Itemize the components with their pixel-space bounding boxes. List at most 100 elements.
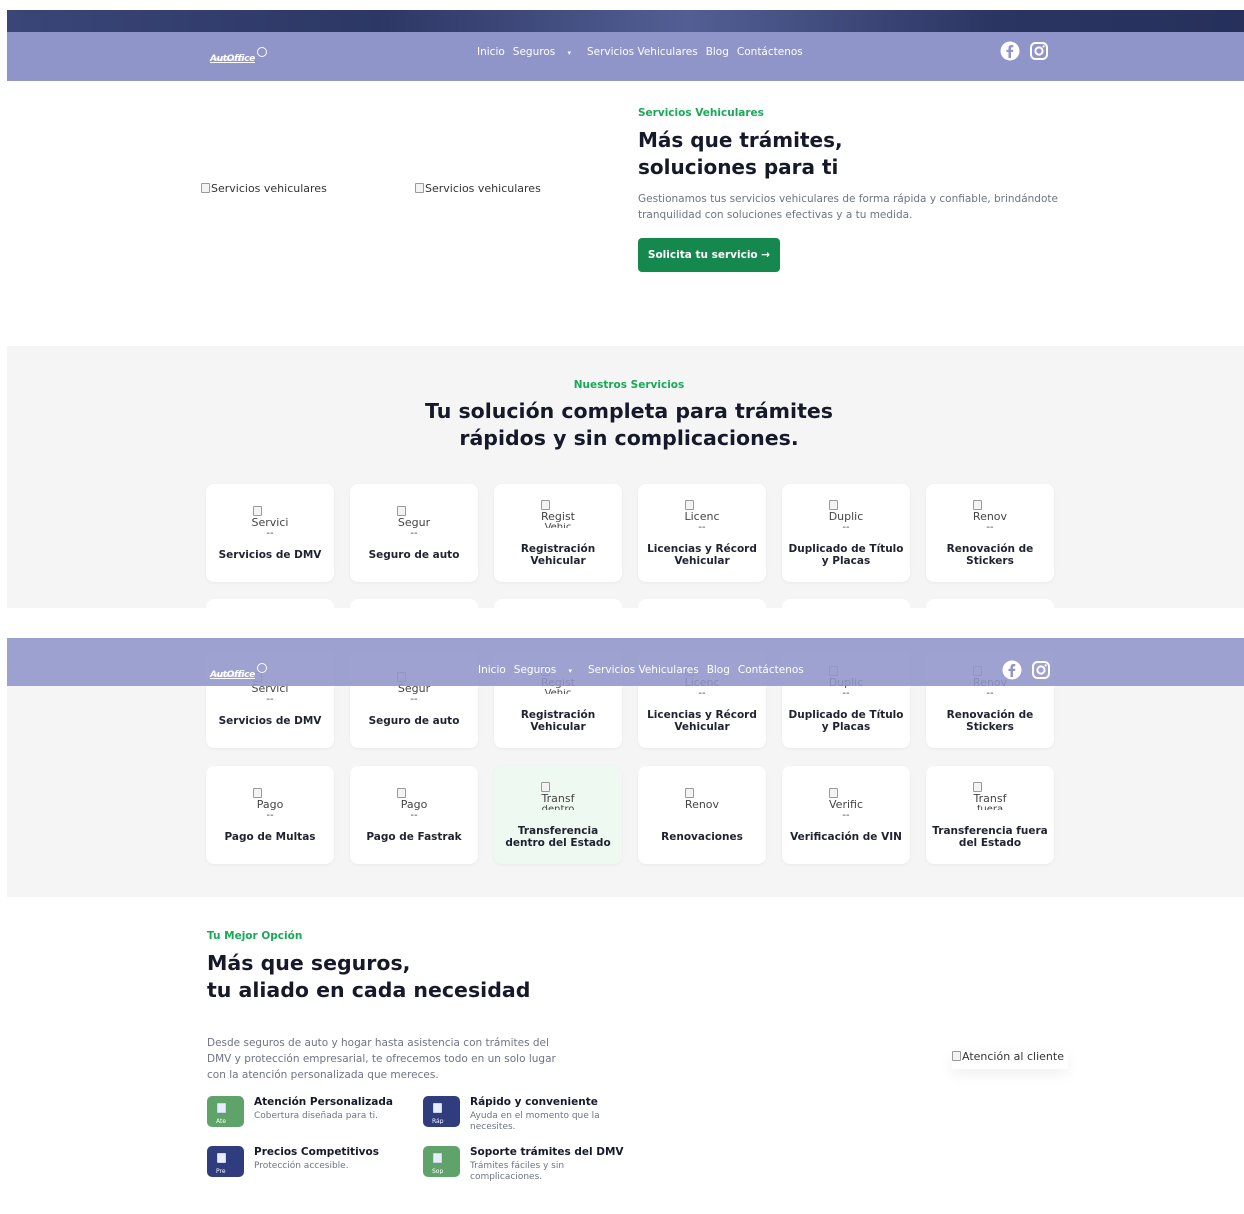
service-card-alt-overflow: -- (350, 529, 478, 534)
hero-image-1-alt: Servicios vehiculares (211, 182, 327, 195)
facebook-icon[interactable] (1002, 660, 1022, 680)
hero-title-line2: soluciones para ti (638, 155, 839, 179)
service-card-alt-overflow: -- (782, 689, 910, 694)
service-card[interactable]: Duplic-- Duplicado de Títuloy Placas (782, 484, 910, 582)
service-card-alt-overflow: -- (638, 523, 766, 528)
request-service-button[interactable]: Solicita tu servicio → (638, 238, 780, 272)
nav-servicios[interactable]: Servicios Vehiculares (587, 46, 698, 58)
broken-image-icon (829, 788, 838, 798)
hero-image-1: Servicios vehiculares (201, 182, 327, 195)
service-card-image: Pago-- (206, 788, 334, 816)
feature-icon-alt: Pre (216, 1168, 226, 1174)
service-card[interactable]: Licenc-- Licencias y RécordVehicular (638, 484, 766, 582)
hero-title: Más que trámites, soluciones para ti (638, 127, 843, 181)
site-logo[interactable]: AutOffice Multiservicios (210, 662, 270, 680)
instagram-icon[interactable] (1029, 41, 1049, 61)
broken-image-icon (217, 1103, 226, 1113)
main-menu: Inicio Seguros ▾ Servicios Vehiculares B… (477, 46, 811, 58)
service-card-title: Verificación de VIN (788, 831, 904, 843)
feature-description-line2: necesites. (470, 1122, 516, 1132)
service-card-title-line1: Duplicado de Título (788, 543, 904, 555)
service-card-alt-overflow (638, 811, 766, 816)
logo-subtitle: Multiservicios (216, 673, 244, 678)
service-card-title: Pago de Fastrak (356, 831, 472, 843)
broken-image-icon (541, 782, 550, 792)
feature-item: Ráp Rápido y conveniente Ayuda en el momen… (423, 1096, 600, 1133)
service-card-title-line2: Vehicular (674, 721, 730, 733)
service-card[interactable]: Segur-- Seguro de auto (350, 484, 478, 582)
service-card[interactable]: Renov-- Renovación deStickers (926, 484, 1054, 582)
service-card-alt-overflow: -- (782, 523, 910, 528)
nav-inicio[interactable]: Inicio (478, 664, 506, 676)
hero-banner-strip (7, 10, 1244, 32)
service-card-title-line1: Renovación de (946, 709, 1034, 721)
nav-seguros[interactable]: Seguros ▾ (514, 664, 580, 676)
broken-image-icon (397, 788, 406, 798)
service-card-title: Servicios de DMV (212, 715, 328, 727)
service-card[interactable]: Pago-- Pago de Multas (206, 766, 334, 864)
service-card[interactable]: Servici-- Servicios de DMV (206, 484, 334, 582)
nav-servicios[interactable]: Servicios Vehiculares (588, 664, 699, 676)
feature-description: Cobertura diseñada para ti. (254, 1111, 393, 1122)
feature-description-line1: Trámites fáciles y sin (470, 1161, 565, 1171)
nav-contacto[interactable]: Contáctenos (737, 46, 803, 58)
service-card-title-line2: Vehicular (530, 555, 586, 567)
service-card[interactable]: Transffuera Transferencia fueradel Estado (926, 766, 1054, 864)
instagram-icon[interactable] (1031, 660, 1051, 680)
feature-title: Rápido y conveniente (470, 1096, 598, 1108)
service-card-title-line1: Pago de Fastrak (366, 831, 462, 843)
hero-image-2-alt: Servicios vehiculares (425, 182, 541, 195)
service-card-title-line1: Transferencia fuera (932, 825, 1048, 837)
service-card-title: Transferencia dentro del Estado (500, 825, 616, 849)
service-card-title: Registración Vehicular (500, 709, 616, 733)
nav-contacto[interactable]: Contáctenos (738, 664, 804, 676)
service-card-title: Renovación de Stickers (932, 543, 1048, 567)
service-card[interactable]: Pago-- Pago de Fastrak (350, 766, 478, 864)
service-card-title-line1: Duplicado de Título (788, 709, 904, 721)
broken-image-icon (685, 500, 694, 510)
service-card-title-line2: Stickers (966, 721, 1014, 733)
nav-seguros-label: Seguros (512, 46, 556, 58)
service-card-alt: Renov (684, 798, 720, 811)
service-card-alt: Pago (400, 798, 428, 811)
service-card-alt: Transf (973, 792, 1007, 805)
card-peek (926, 599, 1054, 608)
facebook-icon[interactable] (1000, 41, 1020, 61)
feature-description-line1: Protección accesible. (254, 1161, 349, 1171)
service-card[interactable]: Renov Renovaciones (638, 766, 766, 864)
nav-blog[interactable]: Blog (706, 46, 729, 58)
service-card-image: Licenc-- (638, 500, 766, 528)
service-card-alt-overflow: -- (638, 689, 766, 694)
hero-eyebrow: Servicios Vehiculares (638, 107, 764, 119)
service-card-alt: Segur (397, 516, 431, 529)
service-card-title-line2: y Placas (821, 555, 871, 567)
service-card-alt-overflow: -- (926, 689, 1054, 694)
feature-item: Pre Precios Competitivos Protección accesi… (207, 1146, 379, 1177)
feature-icon-box: Ráp (423, 1096, 460, 1127)
service-card-title-line1: Servicios de DMV (218, 549, 322, 561)
service-card-title-line1: Registración (520, 543, 596, 555)
service-card-title: Pago de Multas (212, 831, 328, 843)
service-card-alt: Transf (541, 792, 575, 805)
option-lead: Desde seguros de auto y hogar hasta asis… (207, 1035, 587, 1083)
service-card-title-line1: Seguro de auto (368, 715, 460, 727)
feature-title: Soporte trámites del DMV (470, 1146, 624, 1158)
service-card[interactable]: Transfdentro Transferenciadentro del Esta… (494, 766, 622, 864)
service-card-image: Pago-- (350, 788, 478, 816)
feature-description: Protección accesible. (254, 1161, 379, 1172)
service-card-title-line1: Pago de Multas (224, 831, 316, 843)
service-card[interactable]: RegistVehic RegistraciónVehicular (494, 484, 622, 582)
nav-blog[interactable]: Blog (707, 664, 730, 676)
logo-circle-icon (257, 663, 267, 673)
service-card-image: Servici-- (206, 506, 334, 534)
feature-description-line2: complicaciones. (470, 1172, 543, 1182)
nav-inicio[interactable]: Inicio (477, 46, 505, 58)
nav-seguros[interactable]: Seguros ▾ (513, 46, 579, 58)
service-card-title: Duplicado de Título y Placas (788, 543, 904, 567)
service-card-title-line1: Seguro de auto (368, 549, 460, 561)
service-card[interactable]: Verific-- Verificación de VIN (782, 766, 910, 864)
broken-image-icon (253, 788, 262, 798)
feature-icon-alt: Sop (432, 1168, 444, 1174)
site-logo[interactable]: AutOffice Multiservicios (210, 46, 270, 64)
service-card-title-line2: Vehicular (530, 721, 586, 733)
